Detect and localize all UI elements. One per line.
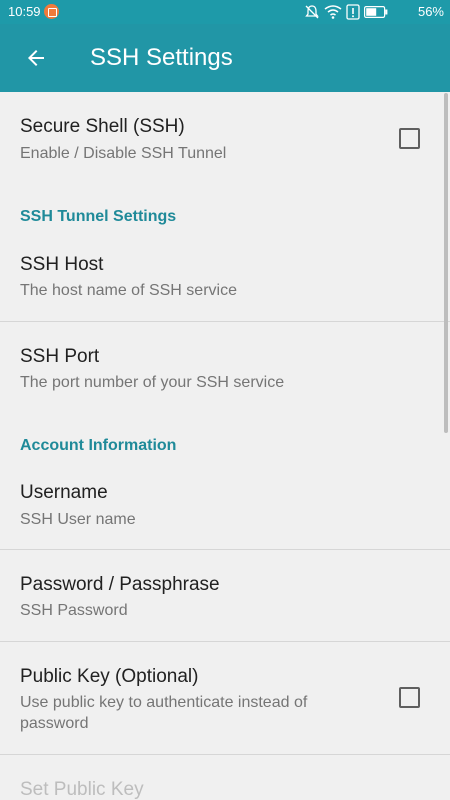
pref-title: SSH Port xyxy=(20,346,100,367)
back-button[interactable] xyxy=(16,38,56,78)
ssh-enable-checkbox[interactable] xyxy=(399,128,420,149)
section-header-account: Account Information xyxy=(20,437,177,454)
arrow-back-icon xyxy=(28,50,44,66)
pref-username[interactable]: Username SSH User name xyxy=(0,466,450,549)
settings-list[interactable]: Secure Shell (SSH) Enable / Disable SSH … xyxy=(0,92,450,800)
status-time: 10:59 xyxy=(8,4,41,19)
pref-password[interactable]: Password / Passphrase SSH Password xyxy=(0,550,450,641)
pref-summary: SSH Password xyxy=(20,602,128,619)
pref-ssh-host[interactable]: SSH Host The host name of SSH service xyxy=(0,238,450,321)
pref-title: Password / Passphrase xyxy=(20,574,220,595)
pref-set-public-key[interactable]: Set Public Key xyxy=(0,755,450,800)
pref-title: SSH Host xyxy=(20,254,104,275)
pref-summary: Enable / Disable SSH Tunnel xyxy=(20,145,227,162)
public-key-checkbox[interactable] xyxy=(399,687,420,708)
pref-summary: SSH User name xyxy=(20,511,136,528)
notification-app-icon xyxy=(44,4,59,19)
pref-public-key[interactable]: Public Key (Optional) Use public key to … xyxy=(0,642,450,753)
pref-summary: The port number of your SSH service xyxy=(20,374,285,391)
alert-icon xyxy=(346,4,360,20)
page-title: SSH Settings xyxy=(90,44,233,71)
pref-summary: The host name of SSH service xyxy=(20,282,237,299)
pref-summary: Use public key to authenticate instead o… xyxy=(20,694,308,732)
app-bar: SSH Settings xyxy=(0,24,450,92)
pref-title: Username xyxy=(20,482,108,503)
mute-icon xyxy=(305,5,319,19)
pref-ssh-toggle[interactable]: Secure Shell (SSH) Enable / Disable SSH … xyxy=(0,92,450,204)
battery-icon xyxy=(364,6,388,18)
pref-title: Public Key (Optional) xyxy=(20,666,199,687)
scrollbar[interactable] xyxy=(444,93,448,433)
battery-percent: 56% xyxy=(417,4,444,19)
pref-title: Secure Shell (SSH) xyxy=(20,116,185,137)
pref-title: Set Public Key xyxy=(20,779,144,800)
pref-ssh-port[interactable]: SSH Port The port number of your SSH ser… xyxy=(0,322,450,432)
wifi-icon xyxy=(324,5,342,19)
section-header-ssh-tunnel: SSH Tunnel Settings xyxy=(20,208,177,225)
status-bar: 10:59 56% xyxy=(0,0,450,24)
